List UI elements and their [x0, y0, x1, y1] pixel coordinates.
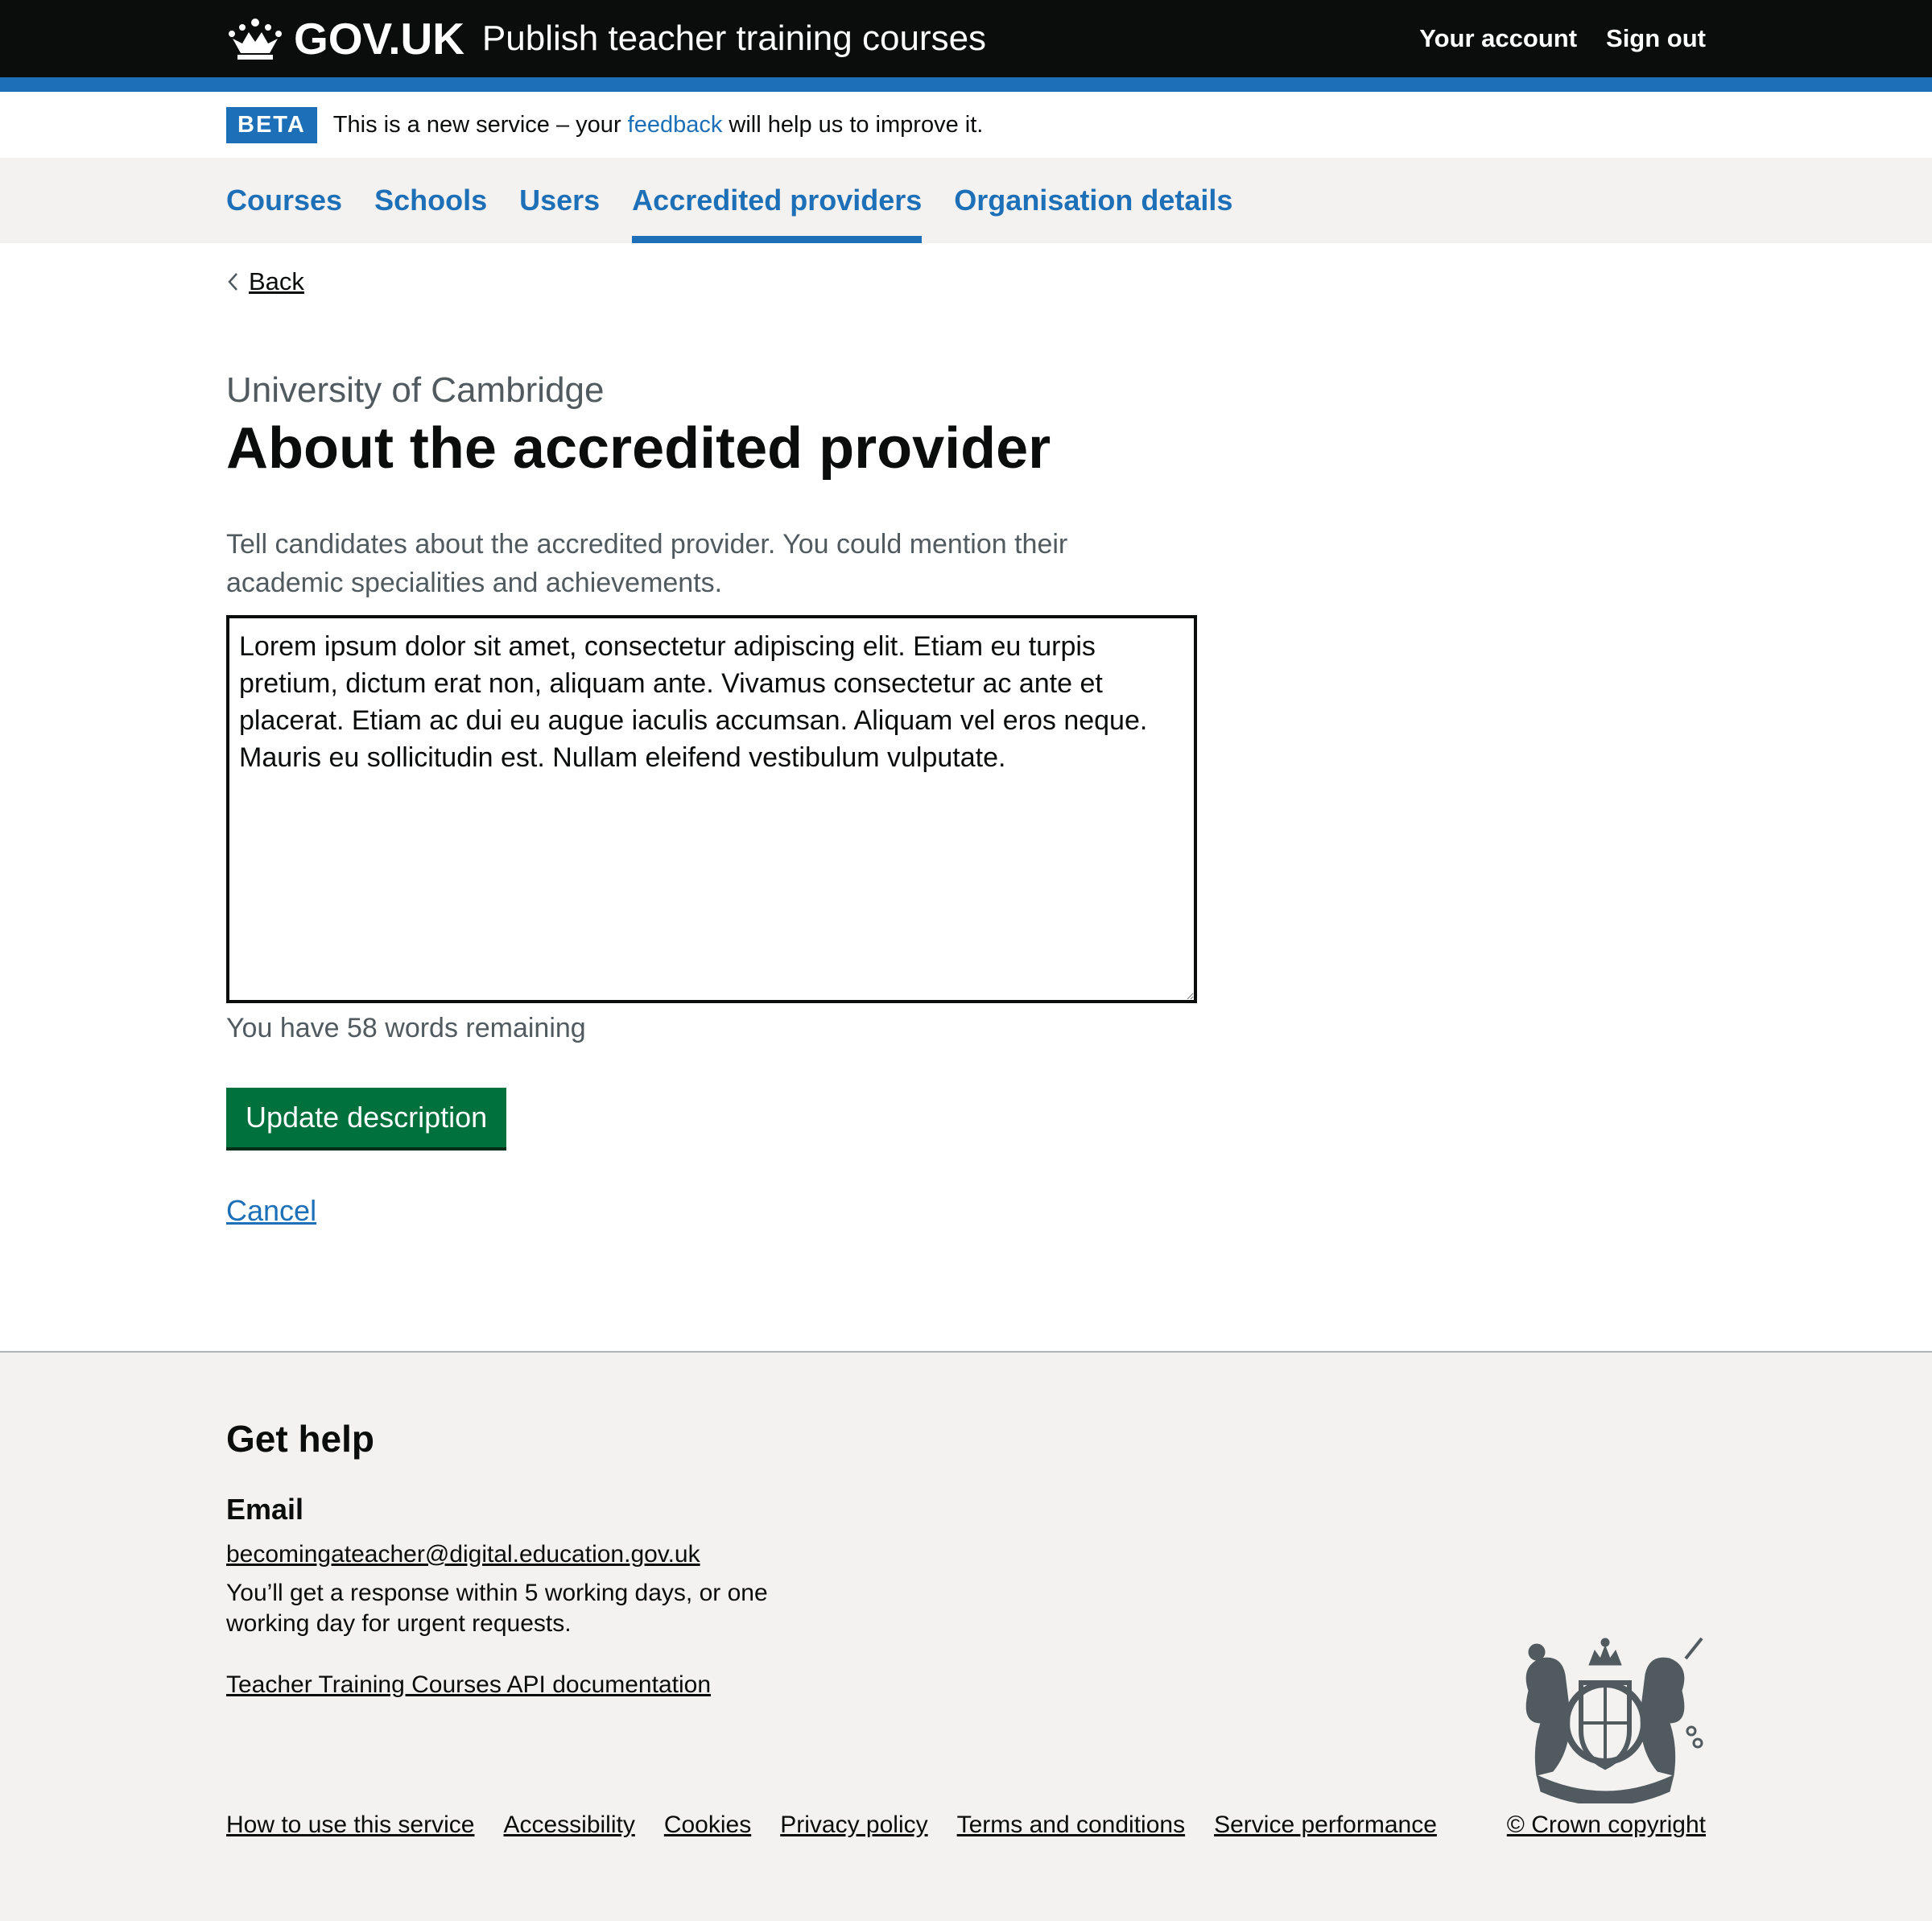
your-account-link[interactable]: Your account — [1419, 24, 1577, 53]
page-caption: University of Cambridge — [226, 370, 605, 410]
email-heading: Email — [226, 1493, 304, 1526]
footer-link-cookies[interactable]: Cookies — [664, 1812, 751, 1839]
nav-item-accredited-providers[interactable]: Accredited providers — [632, 158, 923, 243]
nav-item-schools[interactable]: Schools — [374, 158, 487, 243]
phase-banner: BETA This is a new service – your feedba… — [0, 92, 1932, 158]
footer-links: How to use this service Accessibility Co… — [226, 1812, 1437, 1839]
about-provider-textarea[interactable]: Lorem ipsum dolor sit amet, consectetur … — [226, 615, 1197, 1003]
update-description-button[interactable]: Update description — [226, 1088, 507, 1147]
footer-link-terms[interactable]: Terms and conditions — [957, 1812, 1185, 1839]
beta-tag: BETA — [226, 106, 317, 143]
header-blue-bar — [0, 77, 1932, 92]
govuk-logo-link[interactable]: GOV.UK — [226, 13, 464, 64]
page-title: About the accredited provider — [226, 416, 1051, 481]
service-name-link[interactable]: Publish teacher training courses — [482, 19, 986, 59]
response-time-text: You’ll get a response within 5 working d… — [226, 1580, 768, 1637]
footer-link-performance[interactable]: Service performance — [1214, 1812, 1437, 1839]
site-header: GOV.UK Publish teacher training courses … — [0, 0, 1932, 77]
cancel-link[interactable]: Cancel — [226, 1194, 1706, 1228]
nav-item-organisation-details[interactable]: Organisation details — [954, 158, 1232, 243]
footer-link-accessibility[interactable]: Accessibility — [503, 1812, 634, 1839]
phase-banner-text: This is a new service – your feedback wi… — [333, 112, 984, 138]
nav-item-courses[interactable]: Courses — [226, 158, 342, 243]
crown-icon — [229, 19, 282, 60]
main-content: Back University of Cambridge About the a… — [0, 243, 1932, 1228]
footer-link-privacy[interactable]: Privacy policy — [780, 1812, 927, 1839]
sign-out-link[interactable]: Sign out — [1606, 24, 1706, 53]
primary-nav: Courses Schools Users Accredited provide… — [0, 158, 1932, 243]
footer-link-how-to-use[interactable]: How to use this service — [226, 1812, 474, 1839]
nav-item-users[interactable]: Users — [519, 158, 600, 243]
support-email-link[interactable]: becomingateacher@digital.education.gov.u… — [226, 1541, 700, 1568]
feedback-link[interactable]: feedback — [628, 112, 723, 138]
back-link[interactable]: Back — [226, 267, 304, 296]
api-documentation-link[interactable]: Teacher Training Courses API documentati… — [226, 1671, 711, 1699]
chevron-left-icon — [228, 273, 237, 291]
header-nav: Your account Sign out — [1419, 24, 1706, 53]
phase-banner-text-after: will help us to improve it. — [722, 111, 984, 138]
phase-banner-text-before: This is a new service – your — [332, 111, 628, 138]
site-footer: Get help Email becomingateacher@digital.… — [0, 1351, 1932, 1921]
get-help-heading: Get help — [226, 1418, 375, 1460]
logo-text: GOV.UK — [294, 14, 464, 64]
back-link-label: Back — [249, 267, 304, 295]
royal-crest-icon — [1525, 1637, 1703, 1803]
word-count-message: You have 58 words remaining — [226, 1013, 586, 1043]
textarea-hint: Tell candidates about the accredited pro… — [226, 529, 1068, 598]
crown-copyright-link[interactable]: © Crown copyright — [1507, 1812, 1706, 1839]
